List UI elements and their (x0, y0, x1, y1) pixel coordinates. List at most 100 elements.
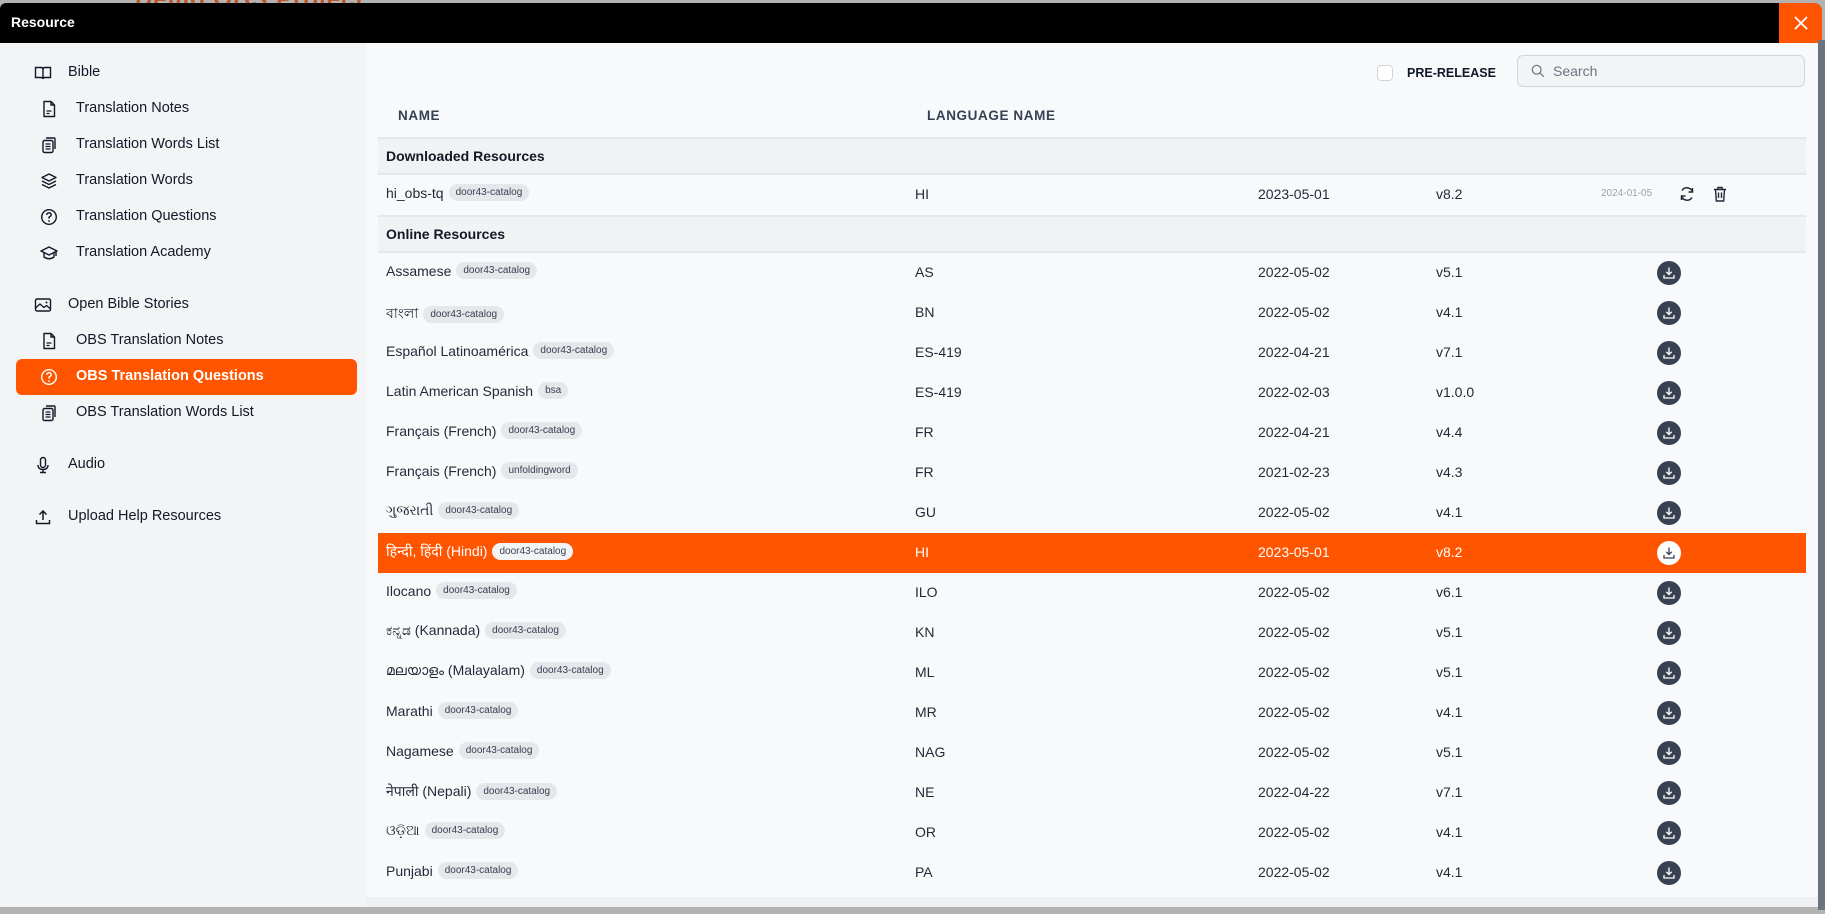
sidebar-item-translation-notes[interactable]: Translation Notes (16, 91, 357, 127)
download-button[interactable] (1657, 541, 1681, 565)
release-date: 2022-05-02 (1258, 624, 1330, 640)
language-code: ML (915, 664, 935, 680)
sidebar-item-bible[interactable]: Bible (16, 55, 357, 91)
resource-row[interactable]: Español Latinoamérica door43-catalog ES-41… (378, 333, 1806, 373)
resource-row[interactable]: हिन्दी, हिंदी (Hindi) door43-catalog HI 202… (378, 533, 1806, 573)
resource-row[interactable]: ಕನ್ನಡ (Kannada) door43-catalog KN 2022-05-0… (378, 613, 1806, 653)
sidebar-item-upload-help-resources[interactable]: Upload Help Resources (16, 499, 357, 535)
table-header: NAME LANGUAGE NAME (378, 101, 1806, 135)
owner-badge: door43-catalog (476, 783, 558, 800)
resource-name: ଓଡ଼ିଆ (386, 822, 420, 838)
download-button[interactable] (1657, 341, 1681, 365)
resource-row[interactable]: ଓଡ଼ିଆ door43-catalog OR 2022-05-02 v4.1 (378, 813, 1806, 853)
download-button[interactable] (1657, 661, 1681, 685)
resource-row[interactable]: Marathi door43-catalog MR 2022-05-02 v4.1 (378, 693, 1806, 733)
release-date: 2022-04-21 (1258, 424, 1330, 440)
prerelease-checkbox[interactable] (1377, 65, 1393, 81)
download-icon (1663, 747, 1675, 759)
document-icon (40, 332, 58, 350)
download-button[interactable] (1657, 381, 1681, 405)
download-button[interactable] (1657, 501, 1681, 525)
owner-badge: unfoldingword (501, 462, 578, 479)
sidebar-item-obs-translation-questions[interactable]: OBS Translation Questions (16, 359, 357, 395)
resource-name-cell: Français (French) unfoldingword (386, 462, 578, 479)
column-header-name[interactable]: NAME (398, 108, 440, 123)
download-button[interactable] (1657, 621, 1681, 645)
sidebar-item-translation-words-list[interactable]: Translation Words List (16, 127, 357, 163)
sidebar-item-obs-translation-words-list[interactable]: OBS Translation Words List (16, 395, 357, 431)
resource-name: Latin American Spanish (386, 382, 534, 399)
owner-badge: door43-catalog (448, 184, 530, 201)
sidebar-item-open-bible-stories[interactable]: Open Bible Stories (16, 287, 357, 323)
resource-name-cell: hi_obs-tq door43-catalog (386, 184, 530, 201)
download-icon (1663, 707, 1675, 719)
download-button[interactable] (1657, 461, 1681, 485)
resource-row[interactable]: नेपाली (Nepali) door43-catalog NE 2022-04-2… (378, 773, 1806, 813)
question-circle-icon (40, 368, 58, 386)
download-icon (1663, 627, 1675, 639)
resource-name-cell: Latin American Spanish bsa (386, 382, 569, 399)
download-button[interactable] (1657, 261, 1681, 285)
resource-name: ગુજરાતી (386, 502, 434, 518)
resource-name-cell: Français (French) door43-catalog (386, 422, 583, 439)
close-button[interactable] (1779, 3, 1822, 43)
resource-row[interactable]: ગુજરાતી door43-catalog GU 2022-05-02 v4.1 (378, 493, 1806, 533)
sidebar-item-translation-academy[interactable]: Translation Academy (16, 235, 357, 271)
refresh-button[interactable] (1678, 185, 1696, 203)
language-code: OR (915, 824, 936, 840)
resource-row[interactable]: Ilocano door43-catalog ILO 2022-05-02 v6.1 (378, 573, 1806, 613)
resource-row[interactable]: Nagamese door43-catalog NAG 2022-05-02 v5.1 (378, 733, 1806, 773)
language-code: ES-419 (915, 344, 962, 360)
download-button[interactable] (1657, 741, 1681, 765)
resource-name: ಕನ್ನಡ (Kannada) (386, 622, 481, 638)
download-button[interactable] (1657, 301, 1681, 325)
resource-modal: Resource Bible Translation Notes Translati… (0, 3, 1822, 907)
sidebar-item-audio[interactable]: Audio (16, 447, 357, 483)
sidebar-item-obs-translation-notes[interactable]: OBS Translation Notes (16, 323, 357, 359)
download-icon (1663, 427, 1675, 439)
microphone-icon (34, 456, 52, 474)
download-button[interactable] (1657, 861, 1681, 885)
delete-button[interactable] (1711, 185, 1729, 203)
version: v4.1 (1436, 824, 1463, 840)
resource-row[interactable]: Latin American Spanish bsa ES-419 2022-02-0… (378, 373, 1806, 413)
resource-name: Marathi (386, 702, 433, 719)
column-header-language[interactable]: LANGUAGE NAME (927, 108, 1056, 123)
download-icon (1663, 307, 1675, 319)
sidebar-item-label: Translation Notes (76, 100, 190, 116)
resource-row[interactable]: Assamese door43-catalog AS 2022-05-02 v5.1 (378, 253, 1806, 293)
search-box[interactable] (1517, 55, 1805, 87)
download-button[interactable] (1657, 581, 1681, 605)
version: v7.1 (1436, 344, 1463, 360)
version: v1.0.0 (1436, 384, 1475, 400)
resource-row[interactable]: Français (French) unfoldingword FR 2021-02-… (378, 453, 1806, 493)
sidebar-item-translation-questions[interactable]: Translation Questions (16, 199, 357, 235)
owner-badge: bsa (538, 382, 569, 399)
downloaded-row[interactable]: hi_obs-tq door43-catalog HI 2023-05-01 v8.2 2… (378, 175, 1806, 215)
owner-badge: door43-catalog (456, 262, 538, 279)
download-button[interactable] (1657, 821, 1681, 845)
prerelease-label: PRE-RELEASE (1407, 66, 1496, 80)
resource-name-cell: Marathi door43-catalog (386, 702, 519, 719)
resource-name: नेपाली (Nepali) (386, 783, 472, 799)
resource-row[interactable]: Français (French) door43-catalog FR 2022-04… (378, 413, 1806, 453)
resource-name-cell: മലയാളം (Malayalam) door43-catalog (386, 662, 611, 679)
download-button[interactable] (1657, 701, 1681, 725)
download-icon (1663, 347, 1675, 359)
download-button[interactable] (1657, 781, 1681, 805)
resource-row[interactable]: বাংলা door43-catalog BN 2022-05-02 v4.1 (378, 293, 1806, 333)
owner-badge: door43-catalog (485, 622, 566, 639)
search-input[interactable] (1553, 63, 1793, 79)
section-downloaded-resources: Downloaded Resources (378, 137, 1806, 175)
download-button[interactable] (1657, 421, 1681, 445)
prerelease-toggle[interactable]: PRE-RELEASE (1377, 65, 1496, 81)
resource-row[interactable]: Punjabi door43-catalog PA 2022-05-02 v4.1 (378, 853, 1806, 893)
version: v4.1 (1436, 704, 1463, 720)
resource-row[interactable]: മലയാളം (Malayalam) door43-catalog ML 2022-0… (378, 653, 1806, 693)
release-date: 2022-05-02 (1258, 744, 1330, 760)
owner-badge: door43-catalog (437, 862, 519, 879)
download-icon (1663, 547, 1675, 559)
sidebar-item-translation-words[interactable]: Translation Words (16, 163, 357, 199)
owner-badge: door43-catalog (436, 582, 517, 599)
download-icon (1663, 827, 1675, 839)
